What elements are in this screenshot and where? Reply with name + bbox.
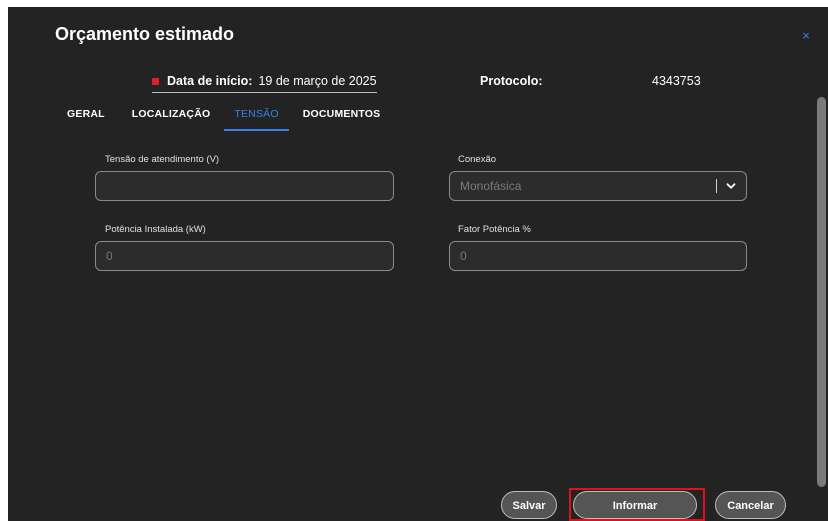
fator-input[interactable] [460, 242, 746, 270]
required-marker-icon [152, 77, 159, 85]
tensao-input[interactable] [106, 172, 393, 200]
tensao-label: Tensão de atendimento (V) [105, 154, 220, 165]
tab-geral[interactable]: GERAL [67, 105, 105, 131]
conexao-label: Conexão [458, 154, 497, 165]
info-row: Data de início: 19 de março de 2025 Prot… [8, 74, 828, 96]
select-separator [716, 179, 717, 193]
potencia-input-box [95, 241, 394, 271]
inform-documents-button[interactable]: Informar documentos [573, 491, 697, 519]
tensao-input-box [95, 171, 394, 201]
tab-bar: GERAL LOCALIZAÇÃO TENSÃO DOCUMENTOS [55, 105, 404, 131]
tab-documentos[interactable]: DOCUMENTOS [303, 105, 381, 131]
potencia-label: Potência Instalada (kW) [105, 224, 206, 235]
fator-label: Fator Potência % [458, 224, 531, 235]
potencia-input[interactable] [106, 242, 393, 270]
tab-tensao[interactable]: TENSÃO [224, 105, 290, 131]
conexao-selected-value: Monofásica [460, 179, 522, 193]
protocol-label: Protocolo: [480, 74, 543, 88]
cancel-button[interactable]: Cancelar [715, 491, 786, 519]
start-date-label: Data de início: [167, 74, 253, 88]
protocol-value: 4343753 [652, 74, 701, 88]
budget-dialog: Orçamento estimado × Data de início: 19 … [8, 7, 828, 521]
chevron-down-icon[interactable] [726, 181, 736, 191]
start-date-value: 19 de março de 2025 [258, 74, 377, 88]
start-date-field[interactable]: Data de início: 19 de março de 2025 [152, 74, 377, 93]
fator-input-box [449, 241, 747, 271]
close-icon[interactable]: × [799, 29, 813, 43]
dialog-title: Orçamento estimado [55, 24, 235, 44]
conexao-select[interactable]: Monofásica [449, 171, 747, 201]
scrollbar[interactable] [817, 97, 826, 487]
tab-localizacao[interactable]: LOCALIZAÇÃO [132, 105, 211, 131]
save-button[interactable]: Salvar [501, 491, 557, 519]
